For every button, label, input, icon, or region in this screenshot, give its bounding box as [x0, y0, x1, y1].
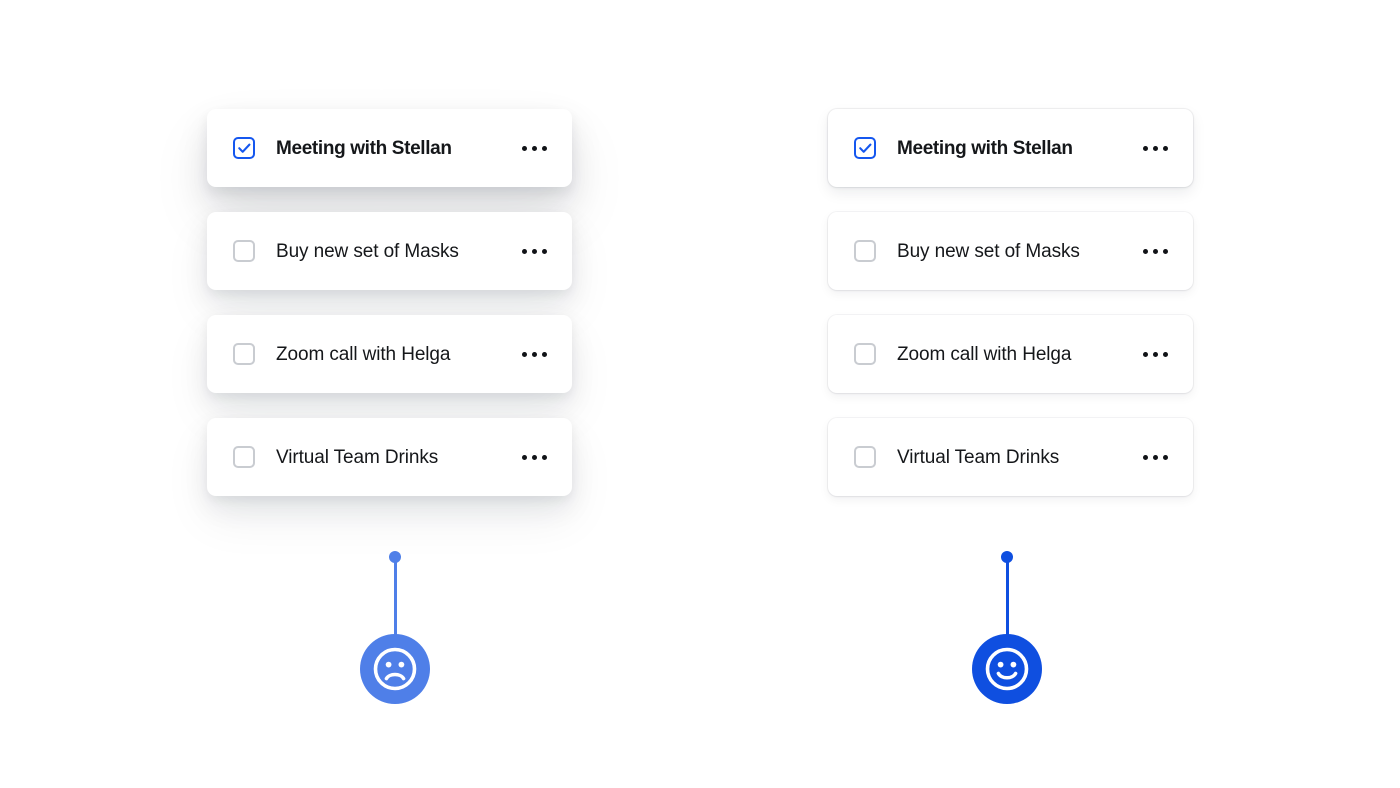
- todo-card[interactable]: Buy new set of Masks: [207, 212, 572, 290]
- kebab-menu-icon[interactable]: [522, 248, 547, 254]
- checkbox-unchecked-icon[interactable]: [233, 446, 255, 468]
- todo-card[interactable]: Virtual Team Drinks: [207, 418, 572, 496]
- todo-label: Buy new set of Masks: [897, 240, 1080, 262]
- kebab-menu-icon[interactable]: [1143, 351, 1168, 357]
- checkbox-unchecked-icon[interactable]: [233, 240, 255, 262]
- kebab-menu-icon[interactable]: [522, 454, 547, 460]
- panel-crisp-shadow-variant: Meeting with Stellan Buy new set of Mask…: [700, 0, 1400, 788]
- todo-list-right: Meeting with Stellan Buy new set of Mask…: [828, 109, 1193, 496]
- comparison-stage: Meeting with Stellan Buy new set of Mask…: [0, 0, 1400, 788]
- todo-card[interactable]: Zoom call with Helga: [828, 315, 1193, 393]
- checkbox-unchecked-icon[interactable]: [233, 343, 255, 365]
- sentiment-pin-marker: [335, 545, 455, 705]
- todo-card[interactable]: Virtual Team Drinks: [828, 418, 1193, 496]
- todo-label: Meeting with Stellan: [276, 137, 452, 159]
- todo-label: Meeting with Stellan: [897, 137, 1073, 159]
- todo-label: Zoom call with Helga: [276, 343, 451, 365]
- todo-card[interactable]: Meeting with Stellan: [207, 109, 572, 187]
- frowning-face-icon: [360, 634, 430, 704]
- todo-label: Buy new set of Masks: [276, 240, 459, 262]
- todo-label: Virtual Team Drinks: [897, 446, 1060, 468]
- kebab-menu-icon[interactable]: [1143, 145, 1168, 151]
- checkbox-unchecked-icon[interactable]: [854, 240, 876, 262]
- kebab-menu-icon[interactable]: [1143, 248, 1168, 254]
- panel-soft-shadow-variant: Meeting with Stellan Buy new set of Mask…: [0, 0, 700, 788]
- kebab-menu-icon[interactable]: [1143, 454, 1168, 460]
- todo-card[interactable]: Buy new set of Masks: [828, 212, 1193, 290]
- kebab-menu-icon[interactable]: [522, 145, 547, 151]
- todo-label: Zoom call with Helga: [897, 343, 1072, 365]
- kebab-menu-icon[interactable]: [522, 351, 547, 357]
- todo-label: Virtual Team Drinks: [276, 446, 439, 468]
- checkbox-unchecked-icon[interactable]: [854, 343, 876, 365]
- checkbox-checked-icon[interactable]: [233, 137, 255, 159]
- todo-list-left: Meeting with Stellan Buy new set of Mask…: [207, 109, 572, 496]
- checkbox-unchecked-icon[interactable]: [854, 446, 876, 468]
- sentiment-pin-marker: [947, 545, 1067, 705]
- checkbox-checked-icon[interactable]: [854, 137, 876, 159]
- smiling-face-icon: [972, 634, 1042, 704]
- todo-card[interactable]: Meeting with Stellan: [828, 109, 1193, 187]
- todo-card[interactable]: Zoom call with Helga: [207, 315, 572, 393]
